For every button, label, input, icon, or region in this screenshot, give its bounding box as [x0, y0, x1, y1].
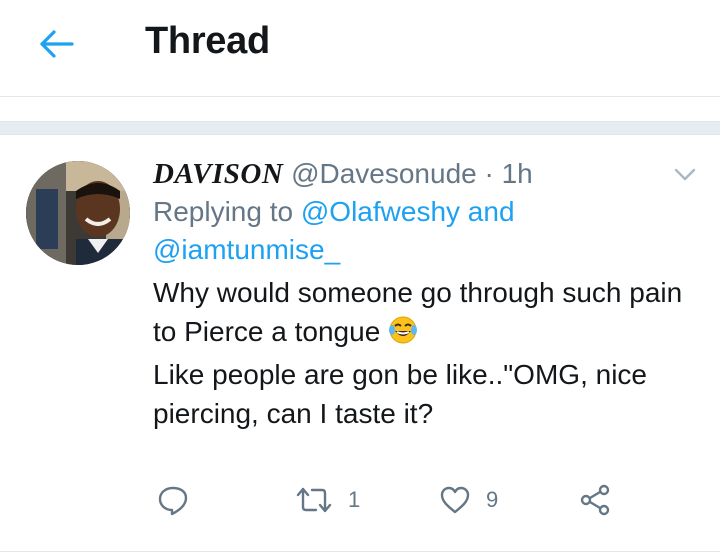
mention-iamtunmise[interactable]: @iamtunmise_: [153, 234, 340, 265]
page-title: Thread: [145, 20, 270, 62]
arrow-left-icon: [40, 30, 74, 58]
tweet-menu-button[interactable]: [670, 165, 700, 185]
user-handle[interactable]: @Davesonude: [291, 158, 477, 189]
timestamp[interactable]: 1h: [502, 158, 533, 189]
tweet-actions: 1 9: [0, 483, 720, 523]
replying-to: Replying to @Olafweshy and @iamtunmise_: [153, 193, 693, 269]
retweet-count: 1: [348, 487, 361, 512]
top-bar: Thread: [0, 0, 720, 96]
chevron-down-icon: [674, 168, 696, 181]
display-name[interactable]: DAVISON: [153, 158, 283, 190]
tears-of-joy-emoji-icon: [388, 315, 418, 355]
replying-join[interactable]: and: [468, 196, 515, 227]
retweet-icon: [296, 487, 332, 513]
tweet[interactable]: DAVISON @Davesonude · 1h Replying to @Ol…: [0, 135, 720, 552]
retweet-button[interactable]: 1: [294, 483, 360, 517]
replying-prefix: Replying to: [153, 196, 294, 227]
reply-button[interactable]: [156, 483, 190, 517]
tweet-text: Why would someone go through such pain t…: [153, 273, 693, 433]
avatar[interactable]: [26, 161, 130, 265]
separator-dot: ·: [484, 158, 494, 189]
like-count: 9: [486, 487, 499, 512]
heart-icon: [440, 486, 470, 514]
avatar-photo: [26, 161, 130, 265]
tweet-text-line-2: Like people are gon be like.."OMG, nice …: [153, 359, 647, 429]
like-button[interactable]: 9: [438, 483, 498, 517]
share-icon: [580, 484, 610, 516]
mention-olafweshy[interactable]: @Olafweshy: [301, 196, 460, 227]
share-button[interactable]: [578, 483, 612, 517]
back-button[interactable]: [34, 24, 78, 64]
spacer: [0, 97, 720, 121]
section-separator: [0, 121, 720, 135]
reply-icon: [158, 486, 188, 516]
tweet-header: DAVISON @Davesonude · 1h: [153, 157, 693, 191]
tweet-body: DAVISON @Davesonude · 1h Replying to @Ol…: [153, 157, 693, 433]
